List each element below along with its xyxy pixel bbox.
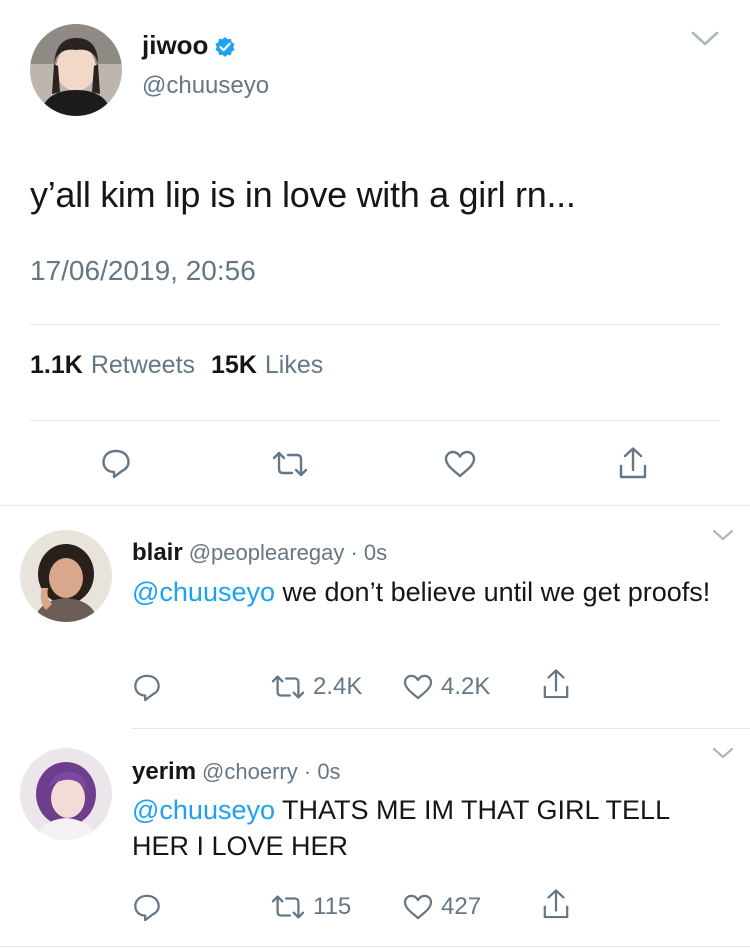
retweet-button[interactable]: 2.4K xyxy=(271,673,362,701)
chevron-down-icon[interactable] xyxy=(690,30,720,53)
share-upload-icon xyxy=(543,889,569,919)
speech-bubble-icon xyxy=(102,449,130,479)
divider xyxy=(132,728,750,729)
reply-time: · 0s xyxy=(350,540,388,565)
retweet-button[interactable]: 115 xyxy=(271,893,351,921)
like-button[interactable] xyxy=(444,450,476,478)
engagement-stats: 1.1K Retweets 15K Likes xyxy=(30,349,323,381)
author-name-row[interactable]: jiwoo xyxy=(142,30,236,60)
share-upload-icon xyxy=(619,447,647,479)
reply-time: · 0s xyxy=(303,759,341,784)
reply-button[interactable] xyxy=(133,673,161,703)
retweet-arrows-icon xyxy=(271,895,305,919)
divider xyxy=(30,324,720,325)
retweet-button[interactable] xyxy=(272,451,308,477)
retweets-stat[interactable]: 1.1K Retweets xyxy=(30,349,195,381)
like-count: 4.2K xyxy=(441,673,491,700)
tweet-timestamp[interactable]: 17/06/2019, 20:56 xyxy=(30,253,256,289)
share-button[interactable] xyxy=(618,446,648,480)
share-button[interactable] xyxy=(542,888,570,920)
avatar[interactable] xyxy=(20,748,112,840)
chevron-down-icon[interactable] xyxy=(712,746,734,765)
chevron-down-icon[interactable] xyxy=(712,528,734,547)
heart-icon xyxy=(403,894,433,920)
retweet-count: 115 xyxy=(313,893,352,920)
like-count: 427 xyxy=(441,893,482,920)
reply-author-name[interactable]: yerim xyxy=(132,758,196,785)
retweets-label: Retweets xyxy=(90,351,196,379)
avatar[interactable] xyxy=(20,530,112,622)
reply-button[interactable] xyxy=(133,893,161,923)
reply-header: yerim @choerry · 0s xyxy=(132,758,341,786)
divider xyxy=(0,946,750,947)
verified-badge-icon xyxy=(214,34,236,57)
divider xyxy=(0,505,750,506)
like-count: 15K xyxy=(211,351,257,379)
reply-mention[interactable]: @chuuseyo xyxy=(132,795,275,825)
tweet-text: y’all kim lip is in love with a girl rn.… xyxy=(30,174,576,215)
reply-header: blair @peoplearegay · 0s xyxy=(132,539,387,567)
retweet-arrows-icon xyxy=(272,451,308,477)
heart-icon xyxy=(444,450,476,478)
share-upload-icon xyxy=(543,669,569,699)
like-button[interactable]: 427 xyxy=(403,893,481,921)
speech-bubble-icon xyxy=(134,674,160,702)
reply-text-block: @chuuseyo we don’t believe until we get … xyxy=(132,574,732,610)
like-button[interactable]: 4.2K xyxy=(403,673,490,701)
divider xyxy=(30,420,720,421)
reply-mention[interactable]: @chuuseyo xyxy=(132,577,275,607)
reply-author-handle[interactable]: @peoplearegay xyxy=(189,540,345,565)
reply-button[interactable] xyxy=(101,448,131,480)
avatar[interactable] xyxy=(30,24,122,116)
reply-author-name[interactable]: blair xyxy=(132,539,183,566)
reply-text: we don’t believe until we get proofs! xyxy=(275,577,711,607)
reply-text-block: @chuuseyo THATS ME IM THAT GIRL TELL HER… xyxy=(132,792,732,864)
likes-label: Likes xyxy=(264,351,324,379)
author-handle[interactable]: @chuuseyo xyxy=(142,72,269,100)
author-name[interactable]: jiwoo xyxy=(142,30,208,60)
reply-author-handle[interactable]: @choerry xyxy=(202,759,298,784)
retweet-count: 2.4K xyxy=(313,673,363,700)
likes-stat[interactable]: 15K Likes xyxy=(211,349,323,381)
share-button[interactable] xyxy=(542,668,570,700)
retweet-count: 1.1K xyxy=(30,351,83,379)
retweet-arrows-icon xyxy=(271,675,305,699)
heart-icon xyxy=(403,674,433,700)
speech-bubble-icon xyxy=(134,894,160,922)
main-tweet: jiwoo @chuuseyo y’all kim lip is in love… xyxy=(0,0,750,505)
